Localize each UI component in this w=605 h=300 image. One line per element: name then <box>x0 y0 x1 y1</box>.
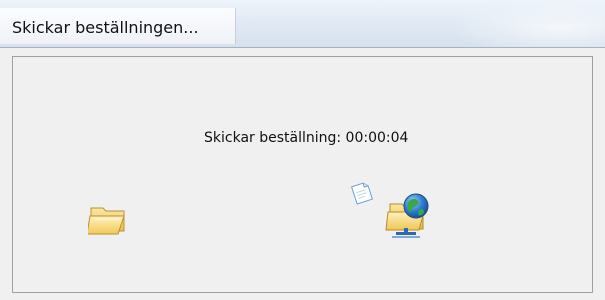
content-frame <box>12 56 593 293</box>
network-folder-icon <box>385 193 429 238</box>
transfer-status-text: Skickar beställning: 00:00:04 <box>204 130 409 146</box>
flying-paper-icon <box>350 182 374 205</box>
folder-open-icon <box>88 207 125 235</box>
title-bar[interactable]: Skickar beställningen... <box>0 0 605 48</box>
transfer-dialog: Skickar beställningen... Skickar beställ… <box>0 0 605 300</box>
window-title: Skickar beställningen... <box>12 18 199 37</box>
